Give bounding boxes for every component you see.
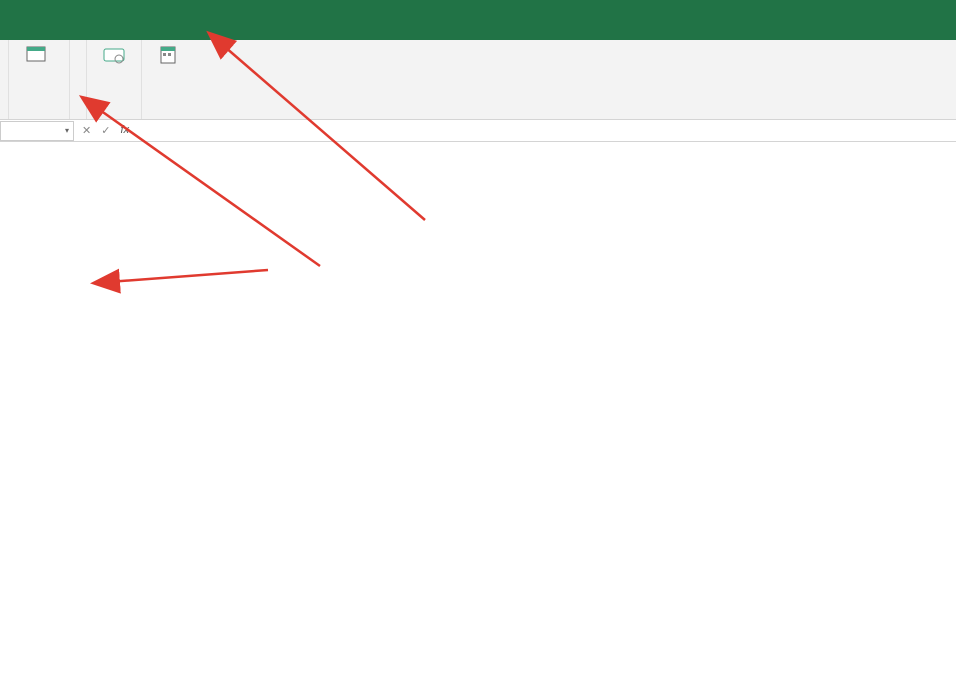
- ribbon-group-formula-auditing: [70, 40, 87, 119]
- menubar: [0, 12, 956, 40]
- name-manager-icon: [24, 44, 48, 66]
- calc-options-button[interactable]: [146, 44, 192, 66]
- watch-window-button[interactable]: [91, 44, 137, 66]
- ribbon-group-watch: [87, 40, 142, 119]
- cancel-icon[interactable]: ✕: [82, 124, 91, 137]
- titlebar: [0, 0, 956, 12]
- ribbon: [0, 40, 956, 120]
- calc-options-icon: [157, 44, 181, 66]
- ribbon-group-defined-names: [9, 40, 70, 119]
- watch-window-icon: [102, 44, 126, 66]
- formula-bar: ▾ ✕ ✓ fx: [0, 120, 956, 142]
- ribbon-group-function-library: [0, 40, 9, 119]
- name-box[interactable]: ▾: [0, 121, 74, 141]
- name-manager-button[interactable]: [13, 44, 59, 66]
- confirm-icon[interactable]: ✓: [101, 124, 110, 137]
- name-box-dropdown-icon[interactable]: ▾: [65, 126, 69, 135]
- fx-icon[interactable]: fx: [120, 124, 133, 137]
- ribbon-group-calculation: [142, 40, 202, 119]
